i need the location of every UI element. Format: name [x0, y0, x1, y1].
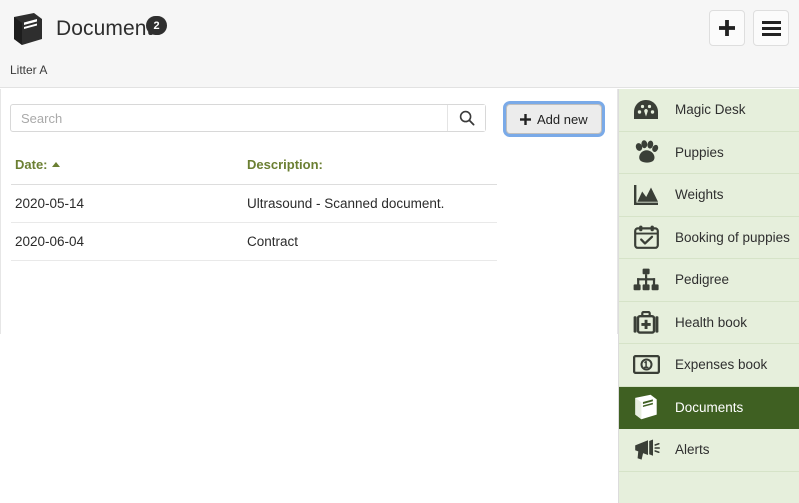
cell-date: 2020-05-14	[11, 184, 243, 223]
sidebar-item-booking-of-puppies[interactable]: Booking of puppies	[619, 217, 799, 259]
sidebar-item-weights[interactable]: Weights	[619, 174, 799, 217]
sidebar-item-health-book[interactable]: Health book	[619, 302, 799, 344]
sitemap-icon	[631, 266, 661, 294]
banknote-icon	[631, 351, 661, 379]
cell-description: Contract	[243, 222, 497, 261]
documents-table: Date: Description: 2020-05-14 Ultrasound…	[11, 151, 497, 261]
plus-icon	[719, 20, 735, 36]
sidebar-item-label: Pedigree	[675, 272, 730, 288]
toolbar: Add new	[10, 104, 602, 134]
content-left-divider	[0, 89, 1, 334]
sidebar-item-expenses-book[interactable]: Expenses book	[619, 344, 799, 387]
book-icon	[631, 393, 661, 421]
table-header-row: Date: Description:	[11, 151, 497, 185]
page-title-group: Documents	[10, 12, 163, 46]
cell-description: Ultrasound - Scanned document.	[243, 184, 497, 223]
app-root: Documents 2 Litter A Search Add new Date…	[0, 0, 799, 503]
medical-bag-icon	[631, 308, 661, 336]
page-subtitle: Litter A	[10, 63, 48, 77]
cell-date: 2020-06-04	[11, 222, 243, 261]
add-new-label: Add new	[537, 111, 588, 127]
sidebar-item-label: Documents	[675, 399, 744, 415]
main-content: Add new Date: Description: 2020-05-14 Ul…	[0, 89, 618, 503]
plus-icon	[520, 113, 531, 125]
table-body: 2020-05-14 Ultrasound - Scanned document…	[11, 184, 497, 261]
search-box	[10, 104, 486, 132]
sidebar-item-puppies[interactable]: Puppies	[619, 132, 799, 174]
sidebar-item-label: Magic Desk	[675, 102, 746, 118]
sidebar-item-magic-desk[interactable]: Magic Desk	[619, 89, 799, 132]
sidebar-item-label: Health book	[675, 314, 748, 330]
table-head: Date: Description:	[11, 151, 497, 185]
sidebar-item-documents[interactable]: Documents	[619, 386, 799, 429]
megaphone-icon	[631, 436, 661, 464]
search-button[interactable]	[447, 105, 485, 131]
column-header-description-label: Description:	[247, 157, 323, 172]
add-button[interactable]	[709, 10, 745, 46]
search-icon	[459, 110, 475, 126]
column-header-date[interactable]: Date:	[11, 151, 243, 185]
sidebar: Magic Desk Puppies Weights Booking of pu…	[618, 89, 799, 503]
sidebar-item-label: Puppies	[675, 144, 724, 160]
sidebar-item-label: Weights	[675, 187, 724, 203]
sidebar-item-label: Booking of puppies	[675, 229, 790, 245]
document-count-badge: 2	[146, 16, 167, 35]
sidebar-item-alerts[interactable]: Alerts	[619, 429, 799, 472]
hamburger-menu-icon	[761, 20, 781, 36]
menu-button[interactable]	[753, 10, 789, 46]
sidebar-item-label: Alerts	[675, 442, 710, 458]
page-header: Documents 2 Litter A	[0, 0, 799, 88]
column-header-date-label: Date:	[15, 157, 48, 172]
sidebar-item-label: Expenses book	[675, 357, 768, 373]
sidebar-item-pedigree[interactable]: Pedigree	[619, 259, 799, 302]
table-row[interactable]: 2020-06-04 Contract	[11, 222, 497, 261]
book-icon	[10, 12, 46, 46]
paw-icon	[631, 138, 661, 166]
add-new-button[interactable]: Add new	[506, 104, 602, 134]
header-actions	[709, 10, 789, 46]
table-row[interactable]: 2020-05-14 Ultrasound - Scanned document…	[11, 184, 497, 223]
caret-up-icon	[51, 162, 60, 167]
search-input[interactable]	[11, 105, 447, 131]
calendar-check-icon	[631, 223, 661, 251]
chart-icon	[631, 181, 661, 209]
column-header-description[interactable]: Description:	[243, 151, 497, 185]
gauge-icon	[631, 96, 661, 124]
